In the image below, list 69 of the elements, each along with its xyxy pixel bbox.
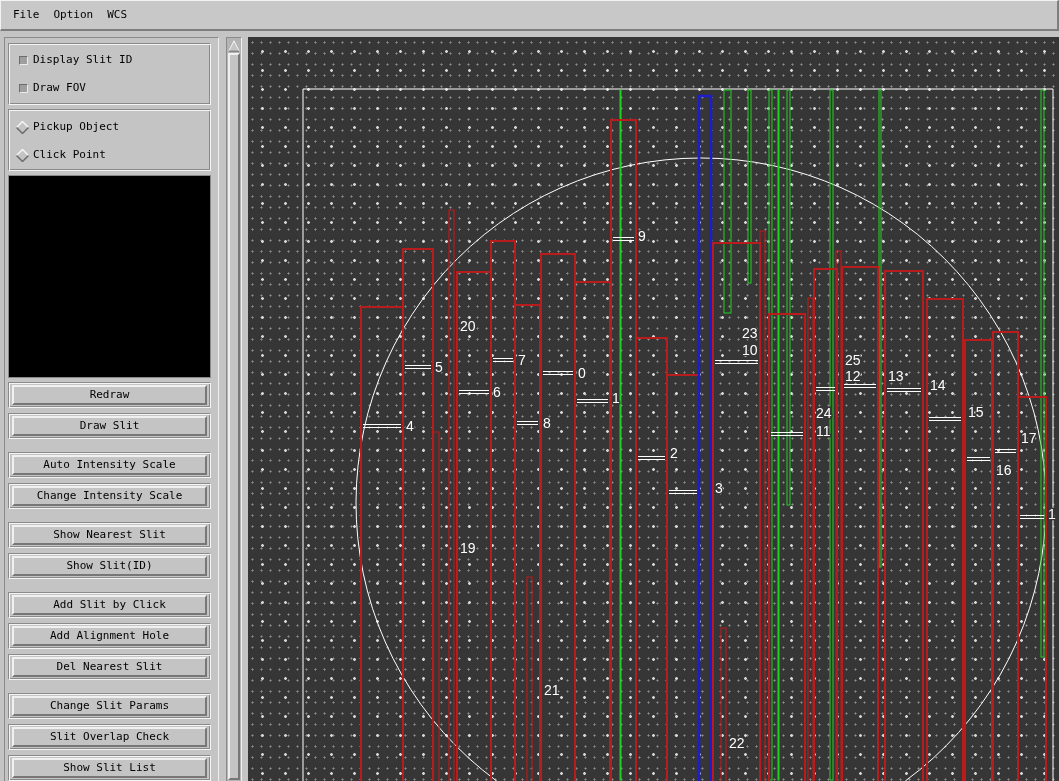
slit-id-label: 14 — [930, 377, 946, 393]
object-marker — [966, 457, 991, 461]
slit-id-label: 23 — [742, 325, 758, 341]
action-button[interactable]: Slit Overlap Check — [12, 727, 207, 747]
slit-id-label: 8 — [543, 415, 551, 431]
object-marker — [612, 237, 635, 241]
action-button[interactable]: Show Slit(ID) — [12, 556, 207, 576]
object-marker — [1019, 515, 1045, 519]
object-marker — [770, 432, 804, 436]
action-button[interactable]: Add Slit by Click — [12, 595, 207, 615]
radio-label: Click Point — [33, 146, 106, 163]
checkbox-label: Draw FOV — [33, 79, 86, 96]
slit-id-label: 24 — [816, 405, 832, 421]
object-marker — [637, 456, 666, 460]
object-marker — [815, 387, 836, 391]
action-button[interactable]: Show Slit List — [12, 758, 207, 778]
action-button[interactable]: Change Slit Params — [12, 696, 207, 716]
radio-label: Pickup Object — [33, 118, 120, 135]
action-button[interactable]: Auto Intensity Scale — [12, 455, 207, 475]
object-marker — [404, 365, 432, 369]
object-marker — [994, 449, 1017, 453]
slit-id-label: 1 — [1048, 506, 1056, 522]
slit-id-label: 5 — [435, 359, 443, 375]
slit-id-label: 17 — [1021, 430, 1037, 446]
menu-item[interactable]: File — [6, 4, 47, 26]
slit-id-label: 22 — [729, 735, 745, 751]
radio-button[interactable] — [16, 120, 29, 134]
object-marker — [542, 371, 574, 375]
slit-id-label: 12 — [845, 368, 861, 384]
slit-id-label: 0 — [578, 365, 586, 381]
object-marker — [886, 388, 922, 392]
object-marker — [576, 399, 609, 403]
action-button[interactable]: Draw Slit — [12, 416, 207, 436]
action-button[interactable]: Show Nearest Slit — [12, 525, 207, 545]
menu-item[interactable]: Option — [46, 4, 101, 26]
slit-id-label: 2 — [670, 445, 678, 461]
object-marker — [492, 358, 514, 362]
slit-id-label: 1 — [612, 390, 620, 406]
slit-id-label: 3 — [715, 480, 723, 496]
object-marker — [668, 490, 698, 494]
slit-id-label: 16 — [996, 462, 1012, 478]
slit-id-label: 19 — [460, 540, 476, 556]
object-marker — [714, 360, 759, 364]
object-marker — [928, 417, 962, 421]
action-button[interactable]: Change Intensity Scale — [12, 486, 207, 506]
menu-item[interactable]: WCS — [100, 4, 135, 26]
checkbox[interactable] — [19, 83, 28, 93]
slit-id-label: 25 — [845, 352, 861, 368]
action-button[interactable]: Del Nearest Slit — [12, 657, 207, 677]
slit-id-label: 11 — [816, 423, 831, 439]
action-button[interactable]: Redraw — [12, 385, 207, 405]
slit-id-label: 4 — [406, 418, 414, 434]
checkbox-label: Display Slit ID — [33, 51, 133, 68]
radio-button[interactable] — [16, 148, 29, 162]
scroll-up-arrow-icon[interactable] — [228, 40, 240, 52]
slit-id-label: 13 — [888, 368, 904, 384]
object-marker — [516, 421, 539, 425]
object-marker — [458, 390, 490, 394]
slit-id-label: 15 — [968, 404, 984, 420]
checkbox[interactable] — [19, 55, 28, 65]
object-marker — [843, 384, 877, 388]
slit-id-label: 10 — [742, 342, 758, 358]
slit-id-label: 7 — [518, 352, 526, 368]
slit-id-label: 21 — [544, 682, 560, 698]
slit-id-label: 6 — [493, 384, 501, 400]
slit-id-label: 20 — [460, 318, 476, 334]
action-button[interactable]: Add Alignment Hole — [12, 626, 207, 646]
slit-id-label: 9 — [638, 228, 646, 244]
object-marker — [362, 424, 402, 428]
